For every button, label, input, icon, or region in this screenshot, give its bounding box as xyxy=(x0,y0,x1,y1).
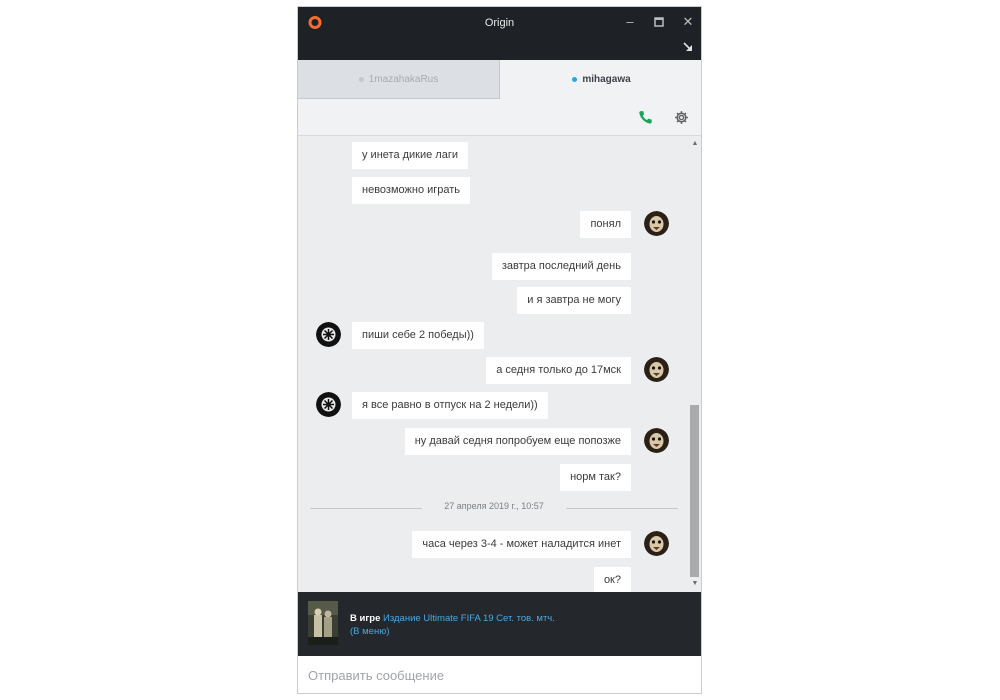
gear-icon[interactable] xyxy=(674,110,689,125)
origin-chat-window: Origin – ✕ 1mazahakaRus mihagawa у инета… xyxy=(297,6,702,694)
in-game-label: В игре xyxy=(350,613,381,624)
date-separator: 27 апреля 2019 г., 10:57 xyxy=(310,501,678,515)
message-bubble-outgoing: и я завтра не могу xyxy=(517,287,631,314)
tab-1mazahakarus[interactable]: 1mazahakaRus xyxy=(298,60,500,99)
minimize-icon[interactable]: – xyxy=(621,13,639,31)
message-bubble-outgoing: понял xyxy=(580,211,631,238)
message-bubble-incoming: пиши себе 2 победы)) xyxy=(352,322,484,349)
message-bubble-outgoing: норм так? xyxy=(560,464,631,491)
date-separator-text: 27 апреля 2019 г., 10:57 xyxy=(444,501,544,511)
chat-messages-area: у инета дикие лаги невозможно играть пон… xyxy=(298,137,687,594)
avatar-1mazahakarus[interactable] xyxy=(316,322,341,347)
in-game-text: В игре Издание Ultimate FIFA 19 Сет. тов… xyxy=(350,612,560,638)
in-game-status-bar: В игре Издание Ultimate FIFA 19 Сет. тов… xyxy=(298,592,701,656)
title-bar: Origin – ✕ xyxy=(298,7,701,60)
tab-label: mihagawa xyxy=(582,74,631,85)
message-bubble-outgoing: ок? xyxy=(593,567,631,594)
message-bubble-incoming: невозможно играть xyxy=(352,177,471,204)
scrollbar-thumb[interactable] xyxy=(690,405,699,577)
chat-action-bar xyxy=(298,99,701,136)
popout-arrow-icon[interactable] xyxy=(682,41,694,53)
tab-label: 1mazahakaRus xyxy=(368,73,439,85)
phone-icon[interactable] xyxy=(638,110,653,125)
separator-line xyxy=(566,508,678,509)
conversation-tabs: 1mazahakaRus mihagawa xyxy=(298,60,701,99)
message-bubble-incoming: я все равно в отпуск на 2 недели)) xyxy=(352,392,548,419)
message-input[interactable] xyxy=(298,656,701,693)
message-bubble-outgoing: завтра последний день xyxy=(491,253,631,280)
avatar-mihagawa[interactable] xyxy=(644,531,669,556)
message-bubble-outgoing: часа через 3-4 - может наладится инет xyxy=(412,531,631,558)
scroll-down-arrow-icon[interactable]: ▼ xyxy=(690,579,700,589)
online-status-dot xyxy=(572,77,578,82)
close-icon[interactable]: ✕ xyxy=(679,13,697,31)
avatar-mihagawa[interactable] xyxy=(644,428,669,453)
game-title-link[interactable]: Издание Ultimate FIFA 19 Сет. тов. мтч. … xyxy=(350,613,555,637)
game-cover-image xyxy=(308,601,338,645)
message-bubble-outgoing: а седня только до 17мск xyxy=(486,357,631,384)
avatar-1mazahakarus[interactable] xyxy=(316,392,341,417)
message-composer xyxy=(298,656,701,693)
message-bubble-incoming: у инета дикие лаги xyxy=(352,142,469,169)
scroll-up-arrow-icon[interactable]: ▲ xyxy=(690,139,700,149)
chat-scrollbar[interactable]: ▲ ▼ xyxy=(687,137,701,592)
avatar-mihagawa[interactable] xyxy=(644,357,669,382)
tab-mihagawa[interactable]: mihagawa xyxy=(500,60,701,99)
message-bubble-outgoing: ну давай седня попробуем еще попозже xyxy=(404,428,631,455)
avatar-mihagawa[interactable] xyxy=(644,211,669,236)
maximize-icon[interactable] xyxy=(650,13,668,31)
offline-status-dot xyxy=(358,76,364,82)
window-title: Origin xyxy=(484,17,515,29)
